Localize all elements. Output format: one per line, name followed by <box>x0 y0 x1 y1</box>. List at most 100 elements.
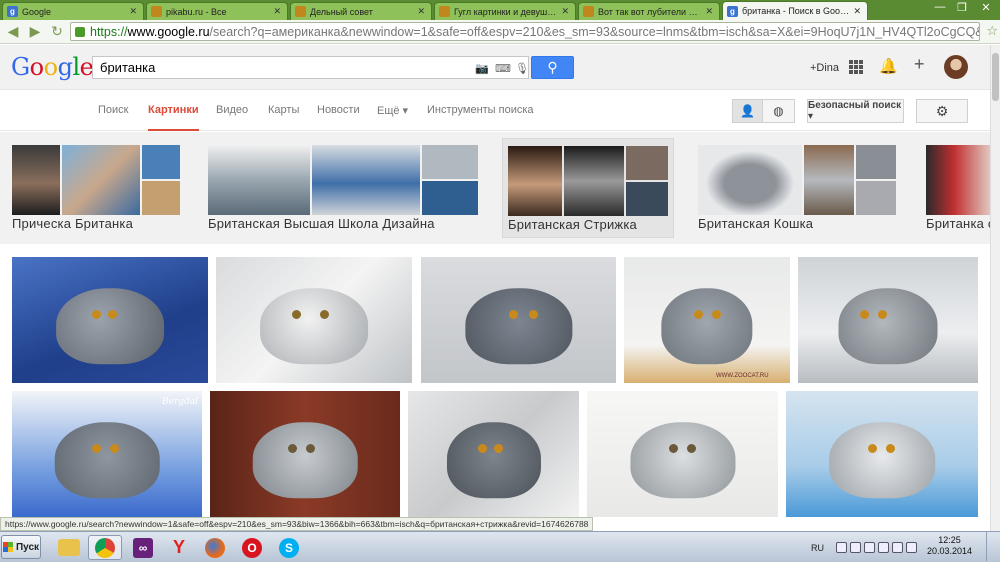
share-plus-icon[interactable]: + <box>914 54 925 75</box>
related-thumbnail <box>564 146 624 216</box>
browser-tab-label: pikabu.ru - Все <box>166 6 227 17</box>
watermark-text: Bergdal <box>162 397 199 407</box>
tab-maps[interactable]: Карты <box>268 104 299 116</box>
close-tab-icon[interactable]: ✕ <box>417 6 425 17</box>
image-result-thumbnail[interactable] <box>587 391 778 517</box>
bookmark-star-icon[interactable]: ☆ <box>986 23 998 39</box>
apps-grid-icon[interactable] <box>849 60 863 74</box>
google-logo[interactable]: Google <box>11 53 94 81</box>
search-box: 📷 ⌨ 🎙 <box>92 56 529 79</box>
restore-window-icon[interactable]: ❐ <box>952 1 972 14</box>
image-result-thumbnail[interactable] <box>798 257 978 383</box>
taskbar-chrome[interactable] <box>88 535 122 560</box>
system-clock[interactable]: 12:25 20.03.2014 <box>927 535 972 557</box>
browser-tab-label: Вот так вот лубители мед <box>598 6 702 17</box>
related-search-label: Британская Стрижка <box>508 217 637 232</box>
related-search-label: Британская Высшая Школа Дизайна <box>208 216 435 231</box>
globe-icon: ◍ <box>773 104 784 118</box>
search-button[interactable]: ⚲ <box>531 56 574 79</box>
related-thumbnail <box>508 146 562 216</box>
camera-icon[interactable]: 📷 <box>475 62 489 75</box>
browser-tab-britanka-search[interactable]: g британка - Поиск в Google ✕ <box>722 1 868 20</box>
safe-search-dropdown[interactable]: Безопасный поиск ▾ <box>807 99 904 123</box>
image-result-thumbnail[interactable] <box>408 391 579 517</box>
close-tab-icon[interactable]: ✕ <box>705 6 713 17</box>
close-tab-icon[interactable]: ✕ <box>129 6 137 17</box>
reload-button[interactable]: ↻ <box>48 23 66 41</box>
notifications-icon[interactable] <box>906 542 917 553</box>
settings-button[interactable]: ⚙ <box>916 99 968 123</box>
image-result-thumbnail[interactable]: WWW.ZOOCAT.RU <box>624 257 790 383</box>
related-thumbnail <box>142 145 180 215</box>
related-search-item[interactable]: Британская Кошка <box>693 138 898 238</box>
address-bar[interactable]: https://www.google.ru/search?q=американк… <box>70 22 980 41</box>
taskbar-firefox[interactable] <box>198 535 232 560</box>
image-result-thumbnail[interactable] <box>421 257 616 383</box>
image-result-thumbnail[interactable] <box>12 257 208 383</box>
tray-expand-icon[interactable] <box>836 542 847 553</box>
taskbar-explorer[interactable] <box>52 535 86 560</box>
close-tab-icon[interactable]: ✕ <box>273 6 281 17</box>
search-input[interactable] <box>100 60 460 75</box>
browser-tab-google-images-girls[interactable]: Гугл картинки и девушки. ✕ <box>434 2 576 20</box>
related-thumbnail <box>62 145 140 215</box>
taskbar-skype[interactable]: S <box>272 535 306 560</box>
browser-tab-google[interactable]: g Google ✕ <box>2 2 144 20</box>
show-desktop-button[interactable] <box>986 532 1000 561</box>
scrollbar-thumb[interactable] <box>992 53 999 101</box>
related-search-item[interactable]: Британская Стрижка <box>502 138 674 238</box>
minimize-window-icon[interactable]: — <box>930 1 950 13</box>
page-scrollbar[interactable] <box>990 45 1000 531</box>
notifications-bell-icon[interactable]: 🔔 <box>879 57 898 75</box>
image-result-thumbnail[interactable] <box>216 257 412 383</box>
close-tab-icon[interactable]: ✕ <box>561 6 569 17</box>
close-window-icon[interactable]: ✕ <box>976 1 996 14</box>
visual-studio-icon: ∞ <box>133 537 153 558</box>
signal-icon[interactable] <box>878 542 889 553</box>
back-button[interactable]: ◀ <box>4 23 22 41</box>
google-favicon-icon: g <box>727 5 738 17</box>
start-button[interactable]: Пуск <box>1 535 41 559</box>
taskbar-yandex-browser[interactable]: Y <box>162 535 196 560</box>
image-results-grid: WWW.ZOOCAT.RU Bergdal <box>0 245 990 517</box>
forward-button[interactable]: ▶ <box>26 23 44 41</box>
avatar[interactable] <box>944 55 968 79</box>
microphone-icon[interactable]: 🎙 <box>515 62 529 75</box>
network-icon[interactable] <box>850 542 861 553</box>
person-icon: 👤 <box>740 104 755 118</box>
volume-icon[interactable] <box>892 542 903 553</box>
pikabu-favicon-icon <box>439 6 450 17</box>
windows-logo-icon <box>2 542 13 552</box>
keyboard-icon[interactable]: ⌨ <box>495 62 511 75</box>
close-tab-icon[interactable]: ✕ <box>853 6 861 17</box>
related-thumbnail <box>926 145 990 215</box>
tab-more[interactable]: Ещё ▾ <box>377 104 408 117</box>
watermark-text: WWW.ZOOCAT.RU <box>716 373 769 379</box>
browser-tab-delny-sovet[interactable]: Дельный совет ✕ <box>290 2 432 20</box>
related-search-item[interactable]: Прическа Британка <box>7 138 182 238</box>
tab-web-search[interactable]: Поиск <box>98 104 128 116</box>
tab-video[interactable]: Видео <box>216 104 248 116</box>
personal-results-button[interactable]: 👤 <box>732 99 763 123</box>
logo-letter: G <box>11 53 30 81</box>
browser-tab-honey-lovers[interactable]: Вот так вот лубители мед ✕ <box>578 2 720 20</box>
language-indicator[interactable]: RU <box>811 543 824 553</box>
related-search-label: Британка с <box>926 216 990 231</box>
global-results-button[interactable]: ◍ <box>762 99 795 123</box>
image-result-thumbnail[interactable] <box>786 391 978 517</box>
user-name-link[interactable]: +Dina <box>810 62 839 74</box>
tab-news[interactable]: Новости <box>317 104 360 116</box>
image-result-thumbnail[interactable]: Bergdal <box>12 391 202 517</box>
taskbar-opera[interactable]: O <box>235 535 269 560</box>
reload-icon: ↻ <box>51 23 63 39</box>
search-icon: ⚲ <box>547 59 558 75</box>
browser-tab-label: Дельный совет <box>310 6 373 17</box>
flag-icon[interactable] <box>864 542 875 553</box>
search-tools-button[interactable]: Инструменты поиска <box>427 104 534 116</box>
related-search-item[interactable]: Британка с <box>921 138 990 238</box>
tab-images[interactable]: Картинки <box>148 104 199 131</box>
image-result-thumbnail[interactable] <box>210 391 400 517</box>
browser-tab-pikabu[interactable]: pikabu.ru - Все ✕ <box>146 2 288 20</box>
taskbar-visual-studio[interactable]: ∞ <box>126 535 160 560</box>
related-search-item[interactable]: Британская Высшая Школа Дизайна <box>203 138 485 238</box>
